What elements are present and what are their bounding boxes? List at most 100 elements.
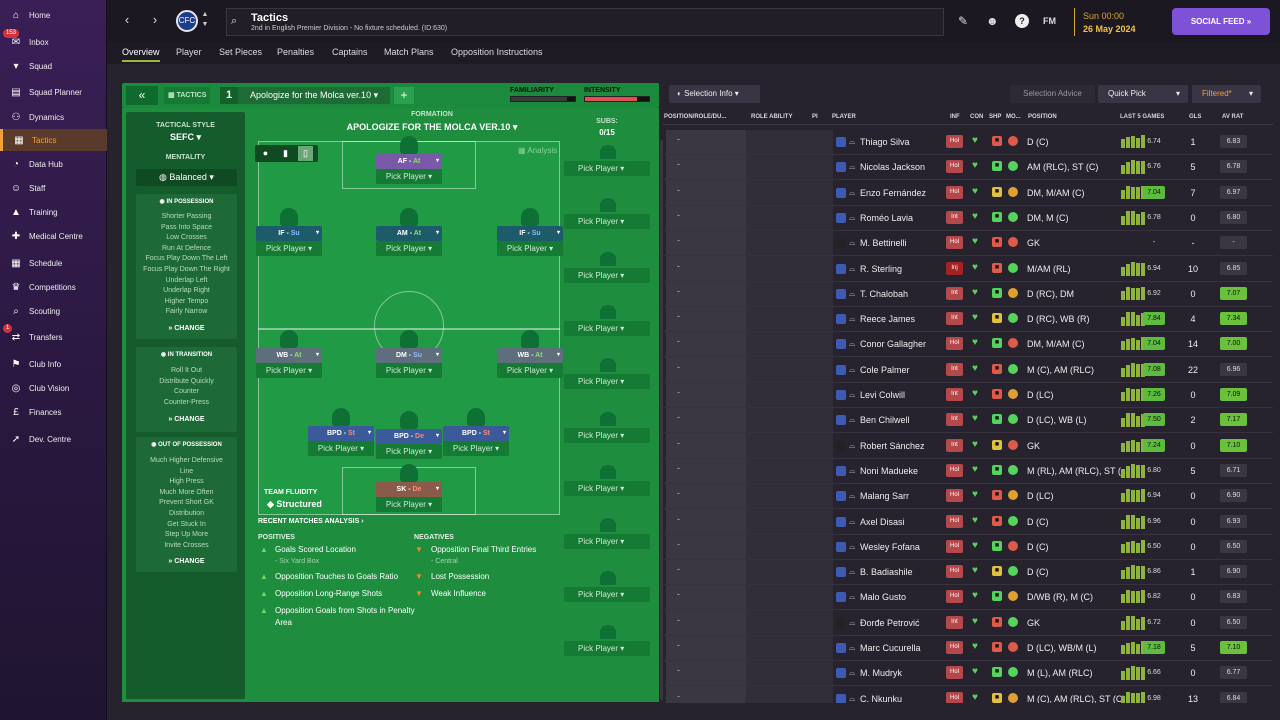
analysis-toggle[interactable]: ▦ Analysis [518, 146, 557, 155]
manager-icon[interactable]: ☻ [986, 14, 999, 28]
table-row[interactable]: - ⌓ Marc Cucurella Hol ♥ ■ D (LC), WB/M (L) 7.1… [663, 636, 1273, 661]
pick-player-dropdown[interactable]: Pick Player ▾ [256, 363, 322, 378]
player-view-icon[interactable]: ● [258, 146, 273, 161]
table-row[interactable]: - ⌓ Axel Disasi Hol ♥ ■ D (C) 6.96 0 6.93 [663, 510, 1273, 535]
position-slot[interactable]: - [677, 488, 680, 498]
tab-opposition-instructions[interactable]: Opposition Instructions [451, 47, 543, 57]
table-row[interactable]: - ⌓ Thiago Silva Hol ♥ ■ D (C) 6.74 1 6.83 [663, 130, 1273, 155]
column-header-mo[interactable]: MO... [1006, 114, 1021, 120]
pick-player-dropdown[interactable]: Pick Player ▾ [376, 363, 442, 378]
team-fluidity-value[interactable]: ◆ Structured [267, 499, 322, 510]
position-slot[interactable]: - [677, 514, 680, 524]
role-duty-selector[interactable]: BPD - St ▾ [308, 426, 374, 441]
sidebar-item-club-vision[interactable]: ◎ Club Vision [0, 377, 107, 399]
pitch-view-icon[interactable]: ▯ [298, 146, 313, 161]
column-header-last-5-games[interactable]: LAST 5 GAMES [1120, 114, 1164, 120]
column-header-position[interactable]: POSITION [1028, 114, 1057, 120]
player-name[interactable]: Thiago Silva [860, 137, 910, 147]
position-slot[interactable]: - [677, 665, 680, 675]
position-slot[interactable]: - [677, 336, 680, 346]
player-name[interactable]: Enzo Fernández [860, 188, 926, 198]
position-slot[interactable]: - [677, 691, 680, 701]
position-slot[interactable]: - [677, 311, 680, 321]
column-header-position-role-du[interactable]: POSITION/ROLE/DU... [664, 114, 726, 120]
pick-player-dropdown[interactable]: Pick Player ▾ [443, 441, 509, 456]
sidebar-item-data-hub[interactable]: ◔ Data Hub [0, 153, 107, 175]
role-duty-selector[interactable]: WB - At ▾ [256, 348, 322, 363]
sidebar-item-schedule[interactable]: ▦ Schedule [0, 252, 107, 274]
in-possession-change-button[interactable]: » CHANGE [136, 325, 237, 332]
sidebar-item-tactics[interactable]: ▦ Tactics [0, 129, 107, 151]
tab-penalties[interactable]: Penalties [277, 47, 314, 57]
player-slot-bpd[interactable]: BPD - St ▾ Pick Player ▾ [443, 408, 509, 470]
sub-pick-player-dropdown[interactable]: Pick Player ▾ [564, 267, 650, 283]
table-row[interactable]: - ⌓ Conor Gallagher Hol ♥ ■ DM, M/AM (C) 7.04 14… [663, 332, 1273, 358]
pick-player-dropdown[interactable]: Pick Player ▾ [376, 497, 442, 512]
player-name[interactable]: C. Nkunku [860, 694, 902, 703]
position-slot[interactable]: - [677, 539, 680, 549]
fm-menu-icon[interactable]: FM [1043, 16, 1056, 26]
table-row[interactable]: - ⌓ Cole Palmer Int ♥ ■ M (C), AM (RLC) 7.08 22 6… [663, 358, 1273, 383]
column-header-av-rat[interactable]: AV RAT [1222, 114, 1243, 120]
position-slot[interactable]: - [677, 387, 680, 397]
player-slot-dm[interactable]: DM - Su ▾ Pick Player ▾ [376, 330, 442, 392]
club-crest[interactable]: CFC [176, 10, 198, 32]
position-slot[interactable]: - [677, 159, 680, 169]
column-header-inf[interactable]: INF [950, 114, 960, 120]
sidebar-item-training[interactable]: ▲ Training [0, 201, 107, 223]
pick-player-dropdown[interactable]: Pick Player ▾ [376, 241, 442, 256]
player-name[interactable]: Levi Colwill [860, 390, 905, 400]
help-icon[interactable]: ? [1015, 14, 1029, 28]
sub-pick-player-dropdown[interactable]: Pick Player ▾ [564, 534, 650, 550]
player-name[interactable]: Noni Madueke [860, 466, 918, 476]
position-slot[interactable]: - [677, 286, 680, 296]
position-slot[interactable]: - [677, 438, 680, 448]
player-name[interactable]: Roméo Lavia [860, 213, 913, 223]
search-icon[interactable]: ⌕ [231, 15, 237, 28]
table-row[interactable]: - ⌓ R. Sterling Inj ♥ ■ M/AM (RL) 6.94 10 6.85 [663, 257, 1273, 282]
player-name[interactable]: Ben Chilwell [860, 415, 910, 425]
sidebar-item-squad-planner[interactable]: ▤ Squad Planner [0, 81, 107, 103]
forward-icon[interactable]: › [145, 10, 165, 30]
table-row[interactable]: - ⌓ Malo Gusto Hol ♥ ■ D/WB (R), M (C) 6.82 0 6.8… [663, 585, 1273, 611]
role-duty-selector[interactable]: BPD - De ▾ [376, 429, 442, 444]
pick-player-dropdown[interactable]: Pick Player ▾ [497, 241, 563, 256]
edit-icon[interactable]: ✎ [958, 14, 968, 28]
sub-pick-player-dropdown[interactable]: Pick Player ▾ [564, 480, 650, 496]
sidebar-item-scouting[interactable]: ⌕ Scouting [0, 300, 107, 322]
position-slot[interactable]: - [677, 362, 680, 372]
position-slot[interactable]: - [677, 589, 680, 599]
add-tactic-button[interactable]: + [394, 87, 414, 104]
stats-view-icon[interactable]: ▮ [278, 146, 293, 161]
player-name[interactable]: Malo Gusto [860, 592, 906, 602]
player-name[interactable]: M. Bettinelli [860, 238, 907, 248]
sub-pick-player-dropdown[interactable]: Pick Player ▾ [564, 214, 650, 230]
sub-pick-player-dropdown[interactable]: Pick Player ▾ [564, 374, 650, 390]
table-row[interactable]: - ⌓ Nicolas Jackson Hol ♥ ■ AM (RLC), ST (C) 6.… [663, 155, 1273, 181]
player-name[interactable]: Reece James [860, 314, 915, 324]
sidebar-item-finances[interactable]: £ Finances [0, 401, 107, 423]
table-row[interactable]: - ⌓ Enzo Fernández Hol ♥ ■ DM, M/AM (C) 7.04 7 6.… [663, 181, 1273, 206]
sub-pick-player-dropdown[interactable]: Pick Player ▾ [564, 587, 650, 603]
mentality-dropdown[interactable]: ◍ Balanced ▾ [136, 169, 237, 186]
sidebar-item-squad[interactable]: ▾ Squad [0, 55, 107, 77]
position-slot[interactable]: - [677, 134, 680, 144]
table-row[interactable]: - ⌓ B. Badiashile Hol ♥ ■ D (C) 6.86 1 6.90 [663, 560, 1273, 586]
sub-pick-player-dropdown[interactable]: Pick Player ▾ [564, 320, 650, 336]
back-icon[interactable]: ‹ [117, 10, 137, 30]
player-name[interactable]: R. Sterling [860, 264, 902, 274]
column-header-player[interactable]: PLAYER [832, 114, 856, 120]
player-slot-if[interactable]: IF - Su ▾ Pick Player ▾ [256, 208, 322, 270]
tab-captains[interactable]: Captains [332, 47, 368, 57]
role-duty-selector[interactable]: AF - At ▾ [376, 154, 442, 169]
table-row[interactable]: - ⌓ Roméo Lavia Int ♥ ■ DM, M (C) 6.78 0 6.80 [663, 206, 1273, 231]
sidebar-item-club-info[interactable]: ⚑ Club Info [0, 353, 107, 375]
player-slot-af[interactable]: AF - At ▾ Pick Player ▾ [376, 136, 442, 198]
role-duty-selector[interactable]: IF - Su ▾ [497, 226, 563, 241]
recent-matches-analysis-link[interactable]: RECENT MATCHES ANALYSIS › [258, 518, 364, 525]
position-slot[interactable]: - [677, 210, 680, 220]
role-duty-selector[interactable]: WB - At ▾ [497, 348, 563, 363]
out-of-possession-change-button[interactable]: » CHANGE [136, 558, 237, 565]
column-header-con[interactable]: CON [970, 114, 983, 120]
player-slot-sk[interactable]: SK - De ▾ Pick Player ▾ [376, 464, 442, 526]
